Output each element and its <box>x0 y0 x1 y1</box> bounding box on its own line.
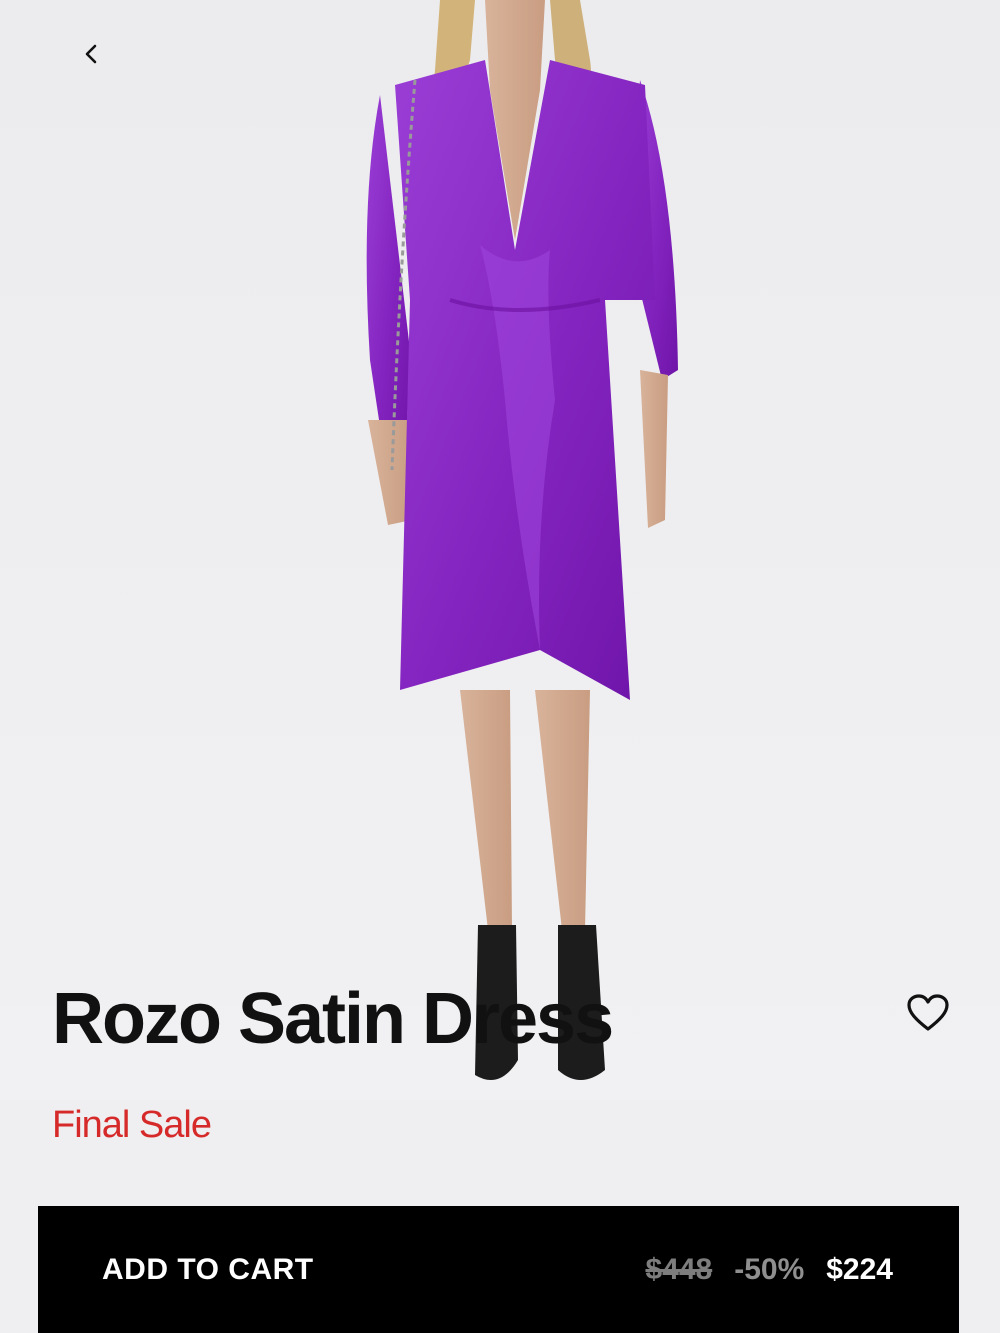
favorite-button[interactable] <box>903 988 953 1038</box>
heart-outline-icon <box>907 994 949 1031</box>
product-image <box>366 0 678 1080</box>
product-hero <box>0 0 1000 1100</box>
final-sale-label: Final Sale <box>52 1104 212 1146</box>
chevron-left-icon <box>85 44 97 64</box>
original-price: $448 <box>645 1252 713 1286</box>
add-to-cart-button[interactable]: ADD TO CART $448 -50% $224 <box>38 1206 959 1333</box>
discount-percent: -50% <box>734 1252 805 1286</box>
back-button[interactable] <box>68 30 116 78</box>
add-to-cart-label: ADD TO CART <box>102 1252 314 1286</box>
product-title: Rozo Satin Dress <box>52 979 614 1059</box>
sale-price: $224 <box>826 1252 893 1286</box>
